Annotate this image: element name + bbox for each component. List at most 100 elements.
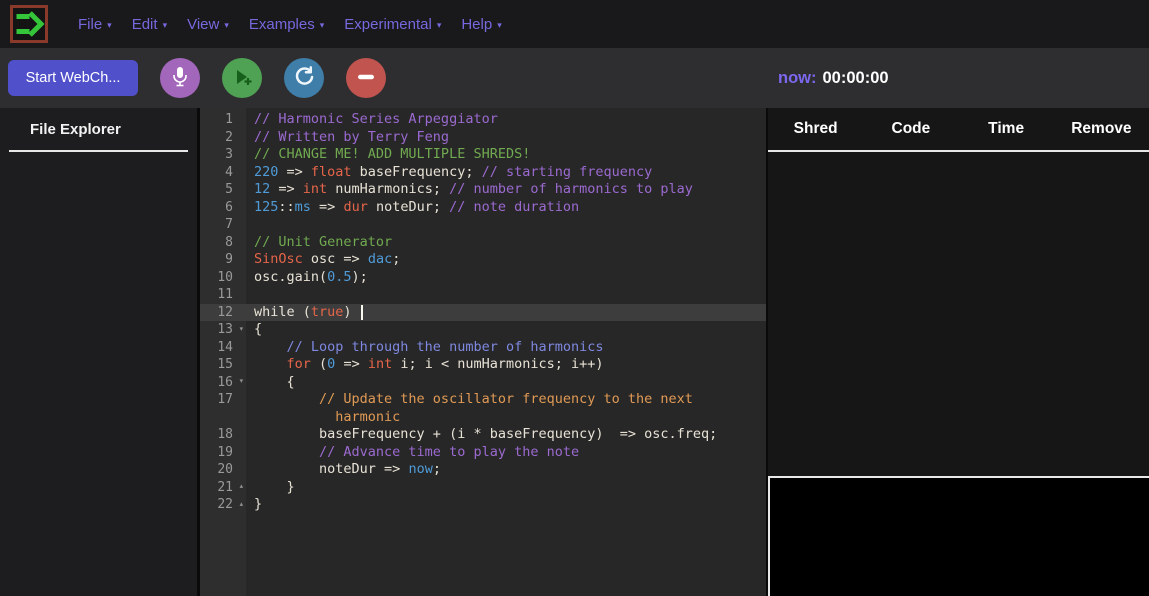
line-number: 9 xyxy=(200,251,246,269)
line-number: 19 xyxy=(200,444,246,462)
menu-label: File xyxy=(78,16,102,33)
main-area: File Explorer 1// Harmonic Series Arpegg… xyxy=(0,108,1149,596)
code-line-text: // CHANGE ME! ADD MULTIPLE SHREDS! xyxy=(246,146,530,164)
line-number: 7 xyxy=(200,216,246,234)
code-row[interactable]: 15 for (0 => int i; i < numHarmonics; i+… xyxy=(200,356,766,374)
remove-shred-button[interactable] xyxy=(346,58,386,98)
code-row[interactable]: 12while (true) xyxy=(200,304,766,322)
code-line-text: // Advance time to play the note xyxy=(246,444,579,462)
menu-experimental[interactable]: Experimental▾ xyxy=(334,16,451,33)
caret-down-icon: ▾ xyxy=(163,20,168,31)
code-row[interactable]: 18 baseFrequency + (i * baseFrequency) =… xyxy=(200,426,766,444)
line-number: 14 xyxy=(200,339,246,357)
code-line-text: noteDur => now; xyxy=(246,461,441,479)
text-cursor xyxy=(361,305,363,320)
line-number: 4 xyxy=(200,164,246,182)
console-output[interactable] xyxy=(768,476,1149,596)
fold-down-icon[interactable]: ▾ xyxy=(239,321,244,339)
code-row[interactable]: 9SinOsc osc => dac; xyxy=(200,251,766,269)
menu-label: Help xyxy=(461,16,492,33)
line-number: 12 xyxy=(200,304,246,322)
code-row[interactable]: 19 // Advance time to play the note xyxy=(200,444,766,462)
line-number xyxy=(200,409,246,427)
caret-down-icon: ▾ xyxy=(320,20,325,31)
play-add-shred-button[interactable] xyxy=(222,58,262,98)
menu-examples[interactable]: Examples ▾ xyxy=(239,16,334,33)
fold-up-icon[interactable]: ▴ xyxy=(239,496,244,514)
code-row[interactable]: 13▾{ xyxy=(200,321,766,339)
menu-label: Examples xyxy=(249,16,315,33)
line-number: 5 xyxy=(200,181,246,199)
line-number: 15 xyxy=(200,356,246,374)
code-line-text: for (0 => int i; i < numHarmonics; i++) xyxy=(246,356,604,374)
toolbar: Start WebCh... xyxy=(0,48,1149,108)
file-explorer-header: File Explorer xyxy=(9,108,188,152)
code-line-text: while (true) xyxy=(246,304,363,322)
code-line-text: // Loop through the number of harmonics xyxy=(246,339,604,357)
menu-edit[interactable]: Edit▾ xyxy=(122,16,177,33)
code-row[interactable]: 14 // Loop through the number of harmoni… xyxy=(200,339,766,357)
code-line-text: } xyxy=(246,496,262,514)
code-row[interactable]: 22▴} xyxy=(200,496,766,514)
line-number: 10 xyxy=(200,269,246,287)
code-line-text: baseFrequency + (i * baseFrequency) => o… xyxy=(246,426,717,444)
fold-down-icon[interactable]: ▾ xyxy=(239,374,244,392)
file-explorer-panel: File Explorer xyxy=(0,108,200,596)
line-number: 21▴ xyxy=(200,479,246,497)
caret-down-icon: ▾ xyxy=(437,20,442,31)
start-webchuck-button[interactable]: Start WebCh... xyxy=(8,60,138,96)
code-line-text: { xyxy=(246,321,262,339)
code-row[interactable]: harmonic xyxy=(200,409,766,427)
code-row[interactable]: 21▴ } xyxy=(200,479,766,497)
fold-up-icon[interactable]: ▴ xyxy=(239,479,244,497)
code-row[interactable]: 512 => int numHarmonics; // number of ha… xyxy=(200,181,766,199)
line-number: 17 xyxy=(200,391,246,409)
line-number: 18 xyxy=(200,426,246,444)
line-number: 13▾ xyxy=(200,321,246,339)
line-number: 16▾ xyxy=(200,374,246,392)
code-line-text: // Unit Generator xyxy=(246,234,392,252)
code-editor[interactable]: 1// Harmonic Series Arpeggiator2// Writt… xyxy=(200,108,768,596)
menu-file[interactable]: File▾ xyxy=(68,16,122,33)
chuck-logo-icon[interactable] xyxy=(10,5,48,43)
microphone-icon xyxy=(171,66,189,91)
menu-help[interactable]: Help ▾ xyxy=(451,16,511,33)
replace-shred-button[interactable] xyxy=(284,58,324,98)
code-row[interactable]: 17 // Update the oscillator frequency to… xyxy=(200,391,766,409)
code-line-text: // Update the oscillator frequency to th… xyxy=(246,391,693,409)
shred-table-header: ShredCodeTimeRemove xyxy=(768,108,1149,152)
line-number: 6 xyxy=(200,199,246,217)
caret-down-icon: ▾ xyxy=(224,20,229,31)
code-line-text: 125::ms => dur noteDur; // note duration xyxy=(246,199,579,217)
code-row[interactable]: 2// Written by Terry Feng xyxy=(200,129,766,147)
code-row[interactable]: 3// CHANGE ME! ADD MULTIPLE SHREDS! xyxy=(200,146,766,164)
time-value: 00:00:00 xyxy=(823,69,889,88)
code-row[interactable]: 20 noteDur => now; xyxy=(200,461,766,479)
file-explorer-body[interactable] xyxy=(0,152,197,596)
column-header-remove: Remove xyxy=(1054,120,1149,138)
line-number: 20 xyxy=(200,461,246,479)
line-number: 2 xyxy=(200,129,246,147)
navbar: File▾Edit▾View▾Examples▾Experimental▾Hel… xyxy=(0,0,1149,48)
code-row[interactable]: 10osc.gain(0.5); xyxy=(200,269,766,287)
code-row[interactable]: 16▾ { xyxy=(200,374,766,392)
play-add-shred-icon xyxy=(231,66,253,91)
code-line-text: osc.gain(0.5); xyxy=(246,269,368,287)
caret-down-icon: ▾ xyxy=(497,20,502,31)
line-number: 11 xyxy=(200,286,246,304)
menu-label: View xyxy=(187,16,219,33)
column-header-shred: Shred xyxy=(768,120,863,138)
shred-table-body xyxy=(768,152,1149,476)
menu-bar: File▾Edit▾View▾Examples▾Experimental▾Hel… xyxy=(68,16,512,33)
code-rows: 1// Harmonic Series Arpeggiator2// Writt… xyxy=(200,108,766,514)
code-row[interactable]: 6125::ms => dur noteDur; // note duratio… xyxy=(200,199,766,217)
code-row[interactable]: 4220 => float baseFrequency; // starting… xyxy=(200,164,766,182)
now-label: now: xyxy=(778,69,817,88)
code-row[interactable]: 11 xyxy=(200,286,766,304)
microphone-button[interactable] xyxy=(160,58,200,98)
code-row[interactable]: 7 xyxy=(200,216,766,234)
code-row[interactable]: 8// Unit Generator xyxy=(200,234,766,252)
shred-panel: ShredCodeTimeRemove xyxy=(768,108,1149,596)
menu-view[interactable]: View ▾ xyxy=(177,16,239,33)
code-row[interactable]: 1// Harmonic Series Arpeggiator xyxy=(200,111,766,129)
